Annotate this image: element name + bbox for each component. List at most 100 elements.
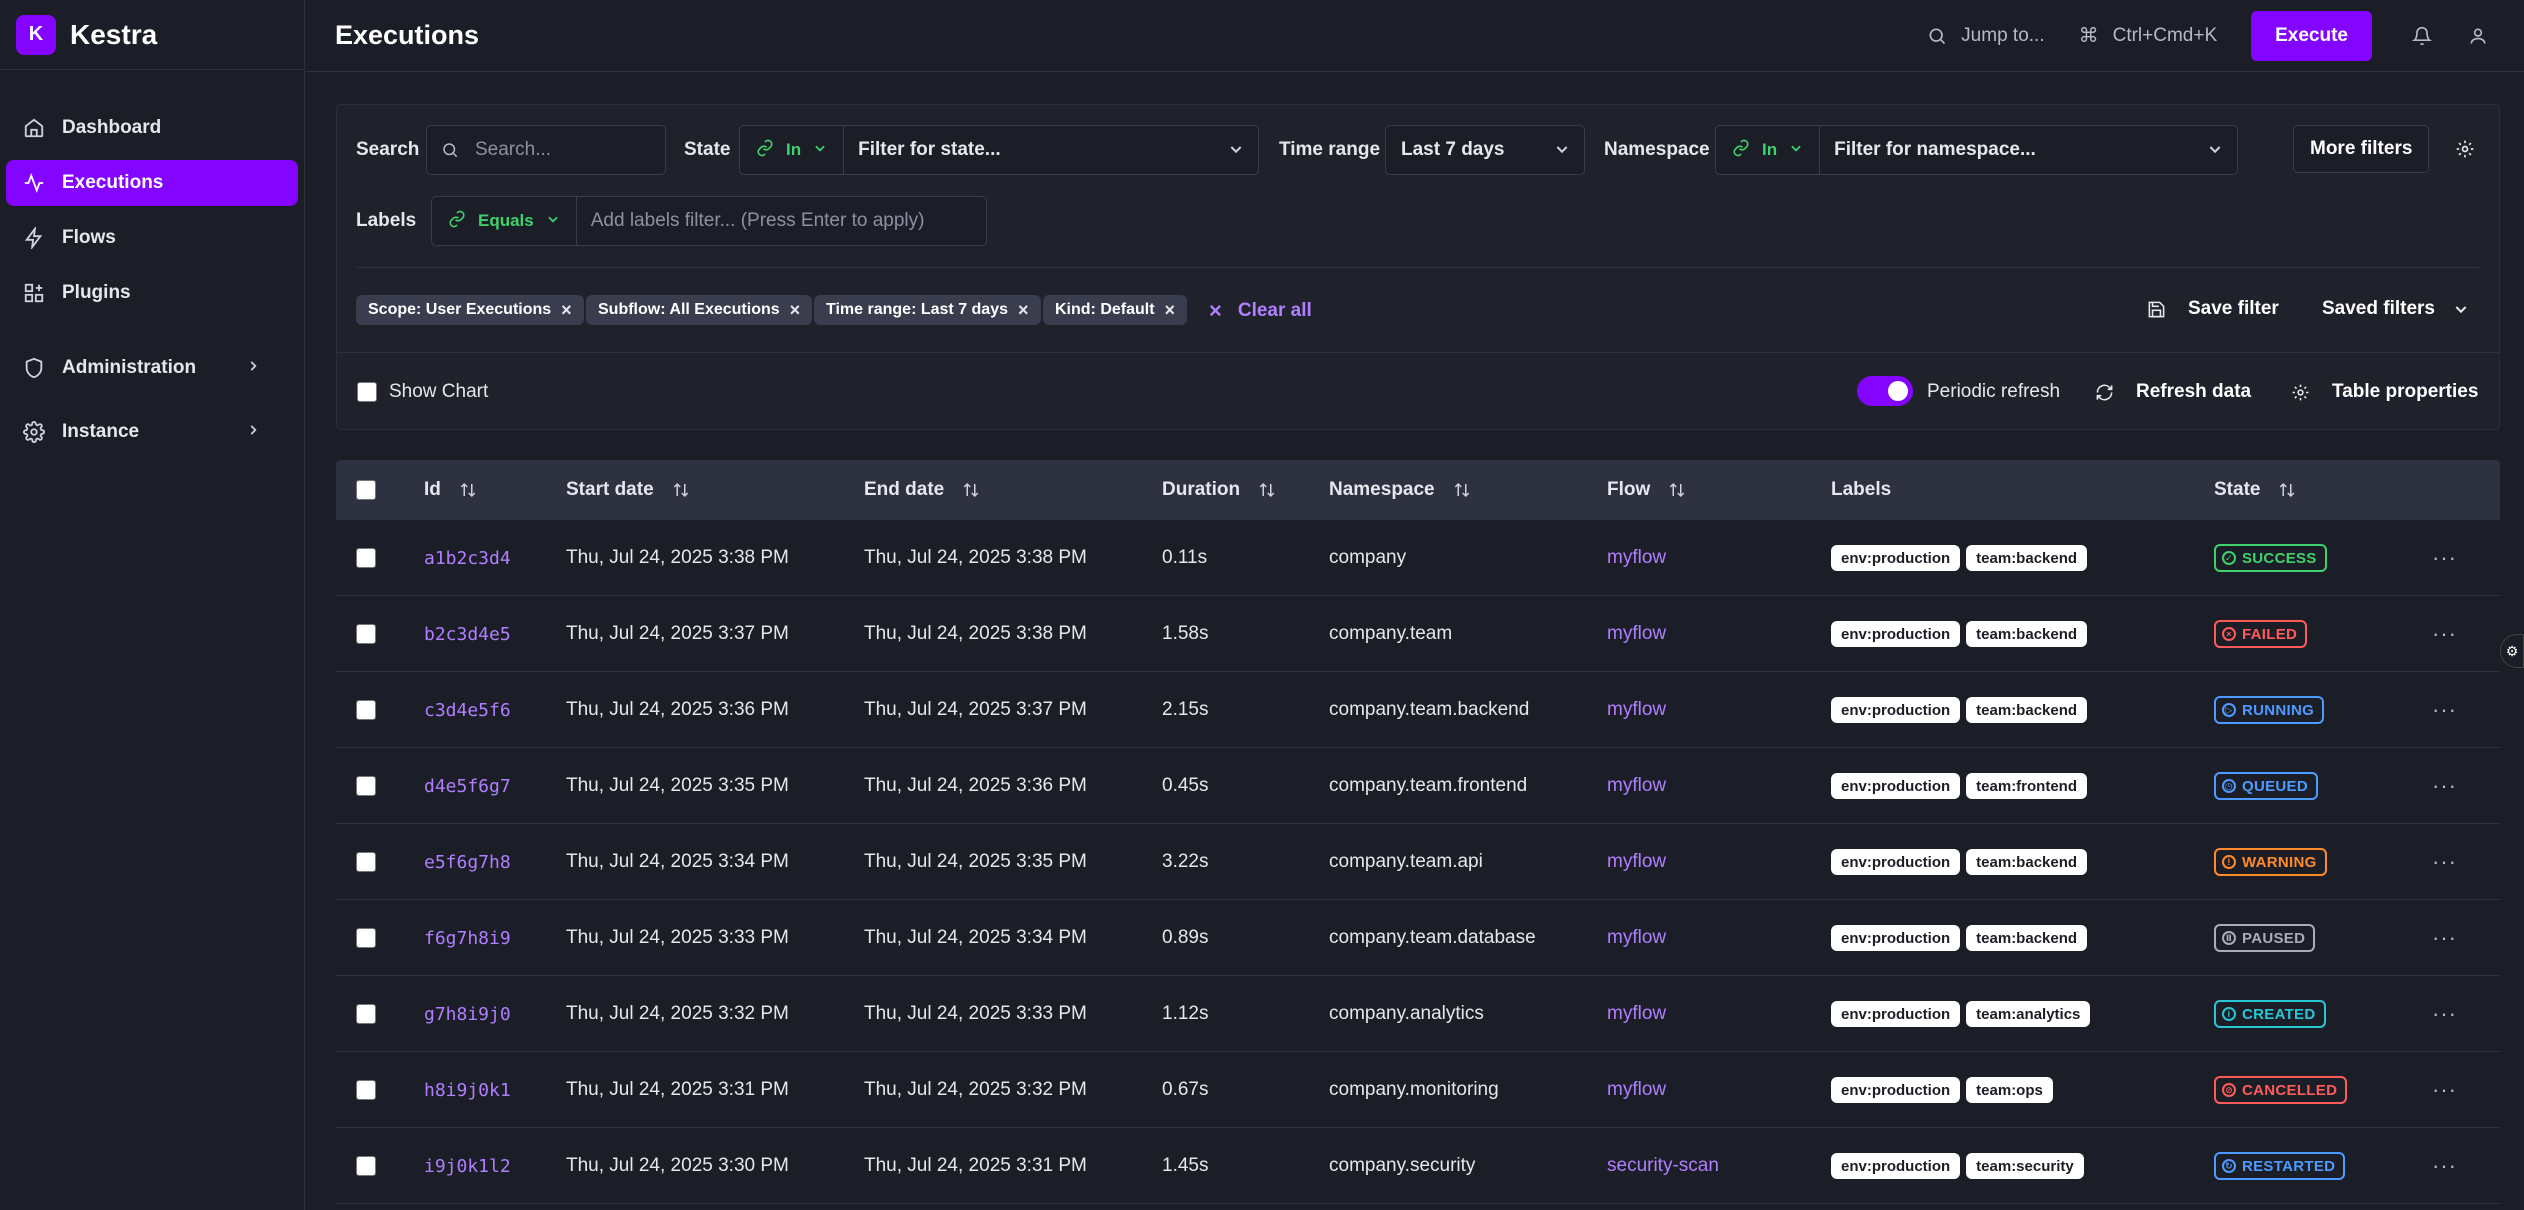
label-badge[interactable]: team:backend (1966, 925, 2088, 951)
sidebar-item-flows[interactable]: Flows (6, 215, 298, 261)
row-actions-menu[interactable]: ··· (2432, 520, 2457, 596)
close-icon[interactable]: × (790, 300, 801, 321)
label-badge[interactable]: env:production (1831, 773, 1961, 799)
more-filters-button[interactable]: More filters (2293, 125, 2430, 173)
label-badge[interactable]: env:production (1831, 1001, 1961, 1027)
label-badge[interactable]: env:production (1831, 545, 1961, 571)
row-checkbox[interactable] (356, 824, 376, 900)
row-checkbox[interactable] (356, 900, 376, 976)
sidebar-item-executions[interactable]: Executions (6, 160, 298, 206)
search-input[interactable]: Search... (426, 125, 666, 175)
row-checkbox[interactable] (356, 976, 376, 1052)
label-badge[interactable]: env:production (1831, 1077, 1961, 1103)
label-badge[interactable]: team:backend (1966, 621, 2088, 647)
row-checkbox[interactable] (356, 1052, 376, 1128)
table-row[interactable]: g7h8i9j0 Thu, Jul 24, 2025 3:32 PM Thu, … (336, 976, 2500, 1052)
periodic-refresh-toggle[interactable] (1857, 376, 1913, 406)
row-actions-menu[interactable]: ··· (2432, 672, 2457, 748)
select-all-checkbox[interactable] (356, 460, 376, 520)
state-filter[interactable]: In Filter for state... (739, 125, 1259, 175)
execution-id-link[interactable]: b2c3d4e5 (424, 596, 511, 672)
execute-button[interactable]: Execute (2251, 10, 2372, 61)
flow-link[interactable]: myflow (1607, 596, 1666, 672)
refresh-data-button[interactable]: Refresh data (2095, 381, 2251, 403)
filter-settings-gear-icon[interactable] (2455, 139, 2475, 159)
state-operator-select[interactable]: In (740, 126, 845, 174)
row-actions-menu[interactable]: ··· (2432, 900, 2457, 976)
sidebar-item-dashboard[interactable]: Dashboard (6, 105, 298, 151)
row-actions-menu[interactable]: ··· (2432, 976, 2457, 1052)
table-row[interactable]: a1b2c3d4 Thu, Jul 24, 2025 3:38 PM Thu, … (336, 520, 2500, 596)
row-checkbox[interactable] (356, 1128, 376, 1204)
label-badge[interactable]: team:backend (1966, 545, 2088, 571)
label-badge[interactable]: team:backend (1966, 697, 2088, 723)
execution-id-link[interactable]: f6g7h8i9 (424, 900, 511, 976)
table-row[interactable]: d4e5f6g7 Thu, Jul 24, 2025 3:35 PM Thu, … (336, 748, 2500, 824)
label-badge[interactable]: team:backend (1966, 849, 2088, 875)
row-actions-menu[interactable]: ··· (2432, 748, 2457, 824)
column-header-start-date[interactable]: Start date (566, 460, 690, 520)
row-actions-menu[interactable]: ··· (2432, 1052, 2457, 1128)
sidebar-item-administration[interactable]: Administration (6, 345, 298, 391)
label-badge[interactable]: env:production (1831, 621, 1961, 647)
row-checkbox[interactable] (356, 596, 376, 672)
flow-link[interactable]: security-scan (1607, 1128, 1719, 1204)
column-header-duration[interactable]: Duration (1162, 460, 1276, 520)
table-row[interactable]: i9j0k1l2 Thu, Jul 24, 2025 3:30 PM Thu, … (336, 1128, 2500, 1204)
execution-id-link[interactable]: i9j0k1l2 (424, 1128, 511, 1204)
clear-all-button[interactable]: × Clear all (1209, 298, 1312, 324)
execution-id-link[interactable]: c3d4e5f6 (424, 672, 511, 748)
execution-id-link[interactable]: e5f6g7h8 (424, 824, 511, 900)
user-icon[interactable] (2468, 26, 2488, 46)
brand[interactable]: K Kestra (0, 0, 304, 70)
execution-id-link[interactable]: a1b2c3d4 (424, 520, 511, 596)
sidebar-item-plugins[interactable]: Plugins (6, 270, 298, 316)
label-badge[interactable]: team:ops (1966, 1077, 2053, 1103)
show-chart-toggle[interactable]: Show Chart (357, 381, 488, 403)
time-range-select[interactable]: Last 7 days (1385, 125, 1585, 175)
column-header-namespace[interactable]: Namespace (1329, 460, 1471, 520)
label-badge[interactable]: team:security (1966, 1153, 2084, 1179)
table-row[interactable]: h8i9j0k1 Thu, Jul 24, 2025 3:31 PM Thu, … (336, 1052, 2500, 1128)
filter-chip-time-range[interactable]: Time range: Last 7 days × (814, 295, 1041, 325)
close-icon[interactable]: × (561, 300, 572, 321)
table-row[interactable]: e5f6g7h8 Thu, Jul 24, 2025 3:34 PM Thu, … (336, 824, 2500, 900)
flow-link[interactable]: myflow (1607, 672, 1666, 748)
save-filter-button[interactable]: Save filter (2147, 298, 2279, 320)
filter-chip-scope[interactable]: Scope: User Executions × (356, 295, 584, 325)
close-icon[interactable]: × (1018, 300, 1029, 321)
row-checkbox[interactable] (356, 672, 376, 748)
row-checkbox[interactable] (356, 748, 376, 824)
column-header-flow[interactable]: Flow (1607, 460, 1686, 520)
row-checkbox[interactable] (356, 520, 376, 596)
flow-link[interactable]: myflow (1607, 824, 1666, 900)
filter-chip-kind[interactable]: Kind: Default × (1043, 295, 1188, 325)
row-actions-menu[interactable]: ··· (2432, 1128, 2457, 1204)
table-row[interactable]: b2c3d4e5 Thu, Jul 24, 2025 3:37 PM Thu, … (336, 596, 2500, 672)
jump-to-button[interactable]: Jump to... (1927, 25, 2045, 47)
namespace-operator-select[interactable]: In (1716, 126, 1821, 174)
side-panel-toggle-icon[interactable]: ⚙ (2500, 634, 2524, 668)
row-actions-menu[interactable]: ··· (2432, 596, 2457, 672)
flow-link[interactable]: myflow (1607, 520, 1666, 596)
execution-id-link[interactable]: g7h8i9j0 (424, 976, 511, 1052)
column-header-id[interactable]: Id (424, 460, 477, 520)
label-badge[interactable]: team:analytics (1966, 1001, 2091, 1027)
flow-link[interactable]: myflow (1607, 748, 1666, 824)
show-chart-checkbox[interactable] (357, 382, 377, 402)
bell-icon[interactable] (2412, 26, 2432, 46)
filter-chip-subflow[interactable]: Subflow: All Executions × (586, 295, 813, 325)
execution-id-link[interactable]: d4e5f6g7 (424, 748, 511, 824)
label-badge[interactable]: env:production (1831, 925, 1961, 951)
flow-link[interactable]: myflow (1607, 976, 1666, 1052)
execution-id-link[interactable]: h8i9j0k1 (424, 1052, 511, 1128)
column-header-end-date[interactable]: End date (864, 460, 980, 520)
column-header-state[interactable]: State (2214, 460, 2296, 520)
flow-link[interactable]: myflow (1607, 900, 1666, 976)
saved-filters-dropdown[interactable]: Saved filters (2322, 298, 2469, 320)
row-actions-menu[interactable]: ··· (2432, 824, 2457, 900)
labels-operator-select[interactable]: Equals (432, 197, 577, 245)
table-row[interactable]: c3d4e5f6 Thu, Jul 24, 2025 3:36 PM Thu, … (336, 672, 2500, 748)
labels-filter[interactable]: Equals Add labels filter... (Press Enter… (431, 196, 987, 246)
namespace-filter[interactable]: In Filter for namespace... (1715, 125, 2238, 175)
